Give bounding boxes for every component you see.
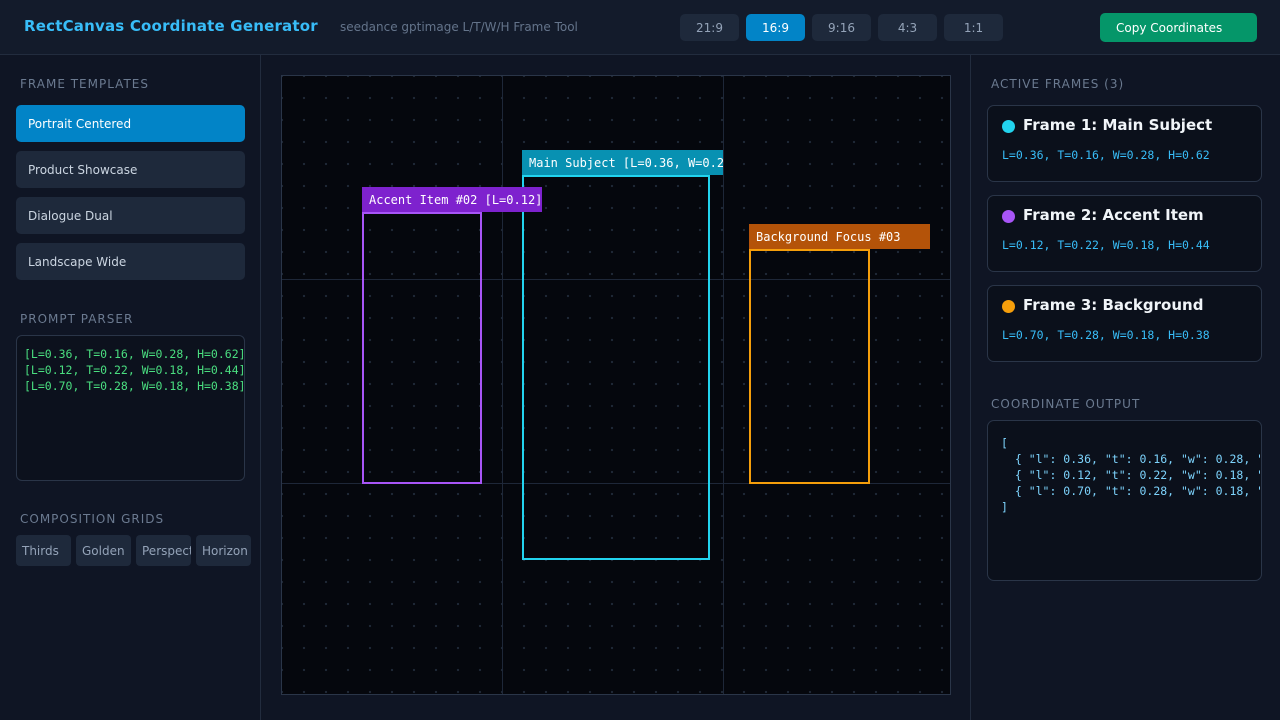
accent-item-label: Accent Item #02 [L=0.12] [362, 187, 542, 212]
coordinate-output[interactable]: [ { "l": 0.36, "t": 0.16, "w": 0.28, "h"… [987, 420, 1262, 581]
grid-horizon-button[interactable]: Horizon [196, 535, 251, 566]
frame-card-coords: L=0.36, T=0.16, W=0.28, H=0.62 [1002, 148, 1210, 162]
frame-canvas[interactable]: Main Subject [L=0.36, W=0.28] Accent Ite… [281, 75, 951, 695]
left-sidebar: FRAME TEMPLATES Portrait Centered Produc… [0, 55, 261, 720]
frame-color-dot [1002, 210, 1015, 223]
accent-item-frame[interactable] [362, 212, 482, 484]
template-portrait-centered[interactable]: Portrait Centered [16, 105, 245, 142]
grid-thirds-button[interactable]: Thirds [16, 535, 71, 566]
template-landscape-wide[interactable]: Landscape Wide [16, 243, 245, 280]
main-subject-frame[interactable] [522, 175, 710, 560]
prompt-parser-input[interactable]: [L=0.36, T=0.16, W=0.28, H=0.62] [L=0.12,… [16, 335, 245, 481]
parser-line: [L=0.70, T=0.28, W=0.18, H=0.38] [24, 379, 245, 393]
template-dialogue-dual[interactable]: Dialogue Dual [16, 197, 245, 234]
grid-golden-button[interactable]: Golden [76, 535, 131, 566]
app-title: RectCanvas Coordinate Generator [24, 17, 318, 35]
ratio-16-9-button[interactable]: 16:9 [746, 14, 805, 41]
frame-card-title: Frame 2: Accent Item [1023, 206, 1204, 224]
ratio-4-3-button[interactable]: 4:3 [878, 14, 937, 41]
parser-line: [L=0.36, T=0.16, W=0.28, H=0.62] [24, 347, 245, 361]
frame-card-background[interactable]: Frame 3: Background L=0.70, T=0.28, W=0.… [987, 285, 1262, 362]
output-line: [ [1001, 436, 1008, 450]
frame-color-dot [1002, 120, 1015, 133]
ratio-21-9-button[interactable]: 21:9 [680, 14, 739, 41]
prompt-parser-title: PROMPT PARSER [20, 312, 134, 326]
frame-card-title: Frame 1: Main Subject [1023, 116, 1213, 134]
coordinate-output-title: COORDINATE OUTPUT [991, 397, 1141, 411]
output-line: { "l": 0.12, "t": 0.22, "w": 0.18, "h": … [1014, 468, 1261, 482]
frame-color-dot [1002, 300, 1015, 313]
grid-perspective-button[interactable]: Perspective [136, 535, 191, 566]
frame-card-title: Frame 3: Background [1023, 296, 1204, 314]
ratio-9-16-button[interactable]: 9:16 [812, 14, 871, 41]
background-focus-frame[interactable] [749, 249, 870, 484]
main-subject-label: Main Subject [L=0.36, W=0.28] [522, 150, 723, 175]
template-product-showcase[interactable]: Product Showcase [16, 151, 245, 188]
output-line: ] [1001, 500, 1008, 514]
canvas-area: Main Subject [L=0.36, W=0.28] Accent Ite… [261, 55, 970, 720]
copy-coordinates-button[interactable]: Copy Coordinates [1100, 13, 1257, 42]
composition-grids-title: COMPOSITION GRIDS [20, 512, 165, 526]
frame-card-accent-item[interactable]: Frame 2: Accent Item L=0.12, T=0.22, W=0… [987, 195, 1262, 272]
background-focus-label: Background Focus #03 [749, 224, 930, 249]
output-line: { "l": 0.36, "t": 0.16, "w": 0.28, "h": … [1014, 452, 1261, 466]
active-frames-title: ACTIVE FRAMES (3) [991, 77, 1125, 91]
frame-templates-title: FRAME TEMPLATES [20, 77, 149, 91]
output-line: { "l": 0.70, "t": 0.28, "w": 0.18, "h": … [1014, 484, 1261, 498]
app-subtitle: seedance gptimage L/T/W/H Frame Tool [340, 20, 578, 34]
parser-line: [L=0.12, T=0.22, W=0.18, H=0.44] [24, 363, 245, 377]
thirds-gridline [502, 76, 503, 694]
ratio-1-1-button[interactable]: 1:1 [944, 14, 1003, 41]
frame-card-coords: L=0.12, T=0.22, W=0.18, H=0.44 [1002, 238, 1210, 252]
app-header: RectCanvas Coordinate Generator seedance… [0, 0, 1280, 55]
frame-card-main-subject[interactable]: Frame 1: Main Subject L=0.36, T=0.16, W=… [987, 105, 1262, 182]
right-panel: ACTIVE FRAMES (3) Frame 1: Main Subject … [970, 55, 1280, 720]
thirds-gridline [723, 76, 724, 694]
frame-card-coords: L=0.70, T=0.28, W=0.18, H=0.38 [1002, 328, 1210, 342]
